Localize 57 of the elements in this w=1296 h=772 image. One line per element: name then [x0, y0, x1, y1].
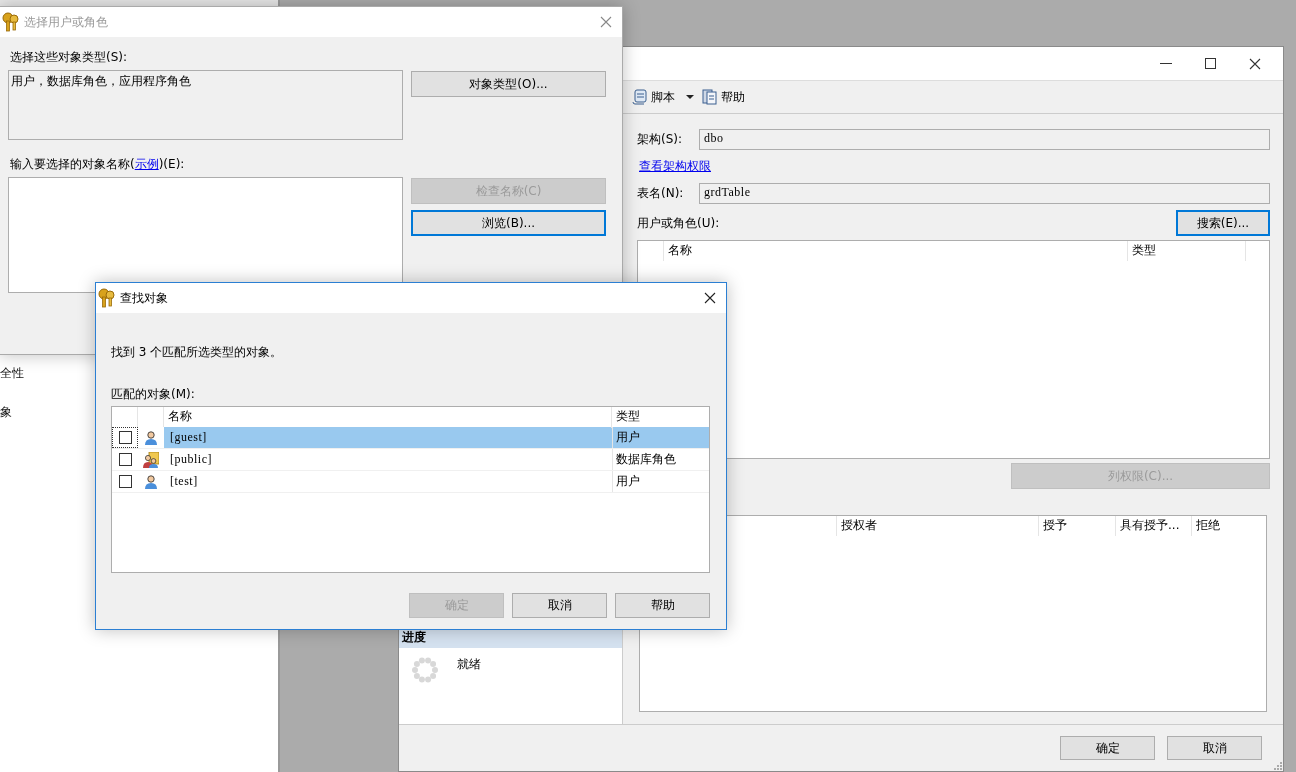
- column-header[interactable]: 类型: [1128, 241, 1246, 261]
- scroll-icon: [632, 89, 648, 105]
- schema-field[interactable]: dbo: [699, 129, 1270, 150]
- search-button[interactable]: 搜索(E)...: [1176, 210, 1270, 236]
- result-row[interactable]: [public] 数据库角色: [112, 449, 709, 471]
- field-label: 输入要选择的对象名称(示例)(E):: [10, 156, 186, 173]
- table-cell: 用户: [612, 427, 709, 448]
- caret-icon: [686, 95, 694, 99]
- tree-item[interactable]: 象: [0, 403, 24, 421]
- list-label: 匹配的对象(M):: [111, 386, 195, 403]
- toolbar-button[interactable]: 脚本: [630, 86, 696, 108]
- key-icon: [2, 12, 20, 32]
- checkbox[interactable]: [118, 431, 132, 444]
- column-header[interactable]: 授权者: [837, 516, 1039, 536]
- window-title: 选择用户或角色: [24, 13, 108, 31]
- close-icon[interactable]: [704, 292, 716, 304]
- column-header[interactable]: 拒绝: [1192, 516, 1266, 536]
- dialog-button[interactable]: 取消: [512, 593, 607, 618]
- results-list[interactable]: 名称 类型 [guest] 用户 [public] 数据库角色 [test] 用户: [111, 406, 710, 573]
- toolbar-button[interactable]: 帮助: [700, 86, 747, 108]
- window-title: 查找对象: [120, 289, 168, 307]
- field-label: 用户或角色(U):: [637, 214, 720, 232]
- checkbox[interactable]: [118, 453, 132, 466]
- table-cell: 数据库角色: [612, 449, 709, 470]
- field-label: 架构(S):: [637, 131, 684, 148]
- column-header[interactable]: 名称: [664, 241, 1128, 261]
- checkbox[interactable]: [118, 475, 132, 488]
- examples-link[interactable]: 示例: [134, 157, 159, 171]
- table-cell-text: [guest]: [169, 429, 208, 446]
- book-icon: [702, 89, 718, 105]
- browse-button[interactable]: 浏览(B)...: [411, 210, 606, 236]
- tree-item[interactable]: 全性: [0, 364, 24, 382]
- key-icon: [98, 288, 116, 308]
- column-header[interactable]: 具有授予...: [1116, 516, 1192, 536]
- dialog-button[interactable]: 确定: [1060, 736, 1155, 760]
- table-cell-text: [test]: [169, 473, 199, 490]
- table-cell: 用户: [612, 471, 709, 492]
- object-types-button[interactable]: 对象类型(O)...: [411, 71, 606, 97]
- status-text: 就绪: [457, 656, 481, 673]
- field-label: 表名(N):: [637, 185, 685, 202]
- result-row[interactable]: [guest] 用户: [112, 427, 709, 449]
- dialog-button[interactable]: 取消: [1167, 736, 1262, 760]
- object-types-field[interactable]: 用户，数据库角色，应用程序角色: [8, 70, 403, 140]
- table-name-field[interactable]: grdTable: [699, 183, 1270, 204]
- minimize-icon[interactable]: [1160, 62, 1172, 65]
- maximize-icon[interactable]: [1205, 58, 1216, 69]
- field-label: 选择这些对象类型(S):: [10, 49, 129, 66]
- result-row[interactable]: [test] 用户: [112, 471, 709, 493]
- result-message: 找到 3 个匹配所选类型的对象。: [111, 344, 283, 361]
- close-icon[interactable]: [1249, 57, 1261, 70]
- object-names-field[interactable]: [8, 177, 403, 293]
- column-header[interactable]: 授予: [1039, 516, 1116, 536]
- table-cell-text: [public]: [169, 451, 213, 468]
- spinner-icon: [411, 656, 439, 684]
- schema-permissions-link[interactable]: 查看架构权限: [639, 158, 711, 175]
- resize-grip-icon[interactable]: [1274, 762, 1282, 770]
- dialog-button[interactable]: 帮助: [615, 593, 710, 618]
